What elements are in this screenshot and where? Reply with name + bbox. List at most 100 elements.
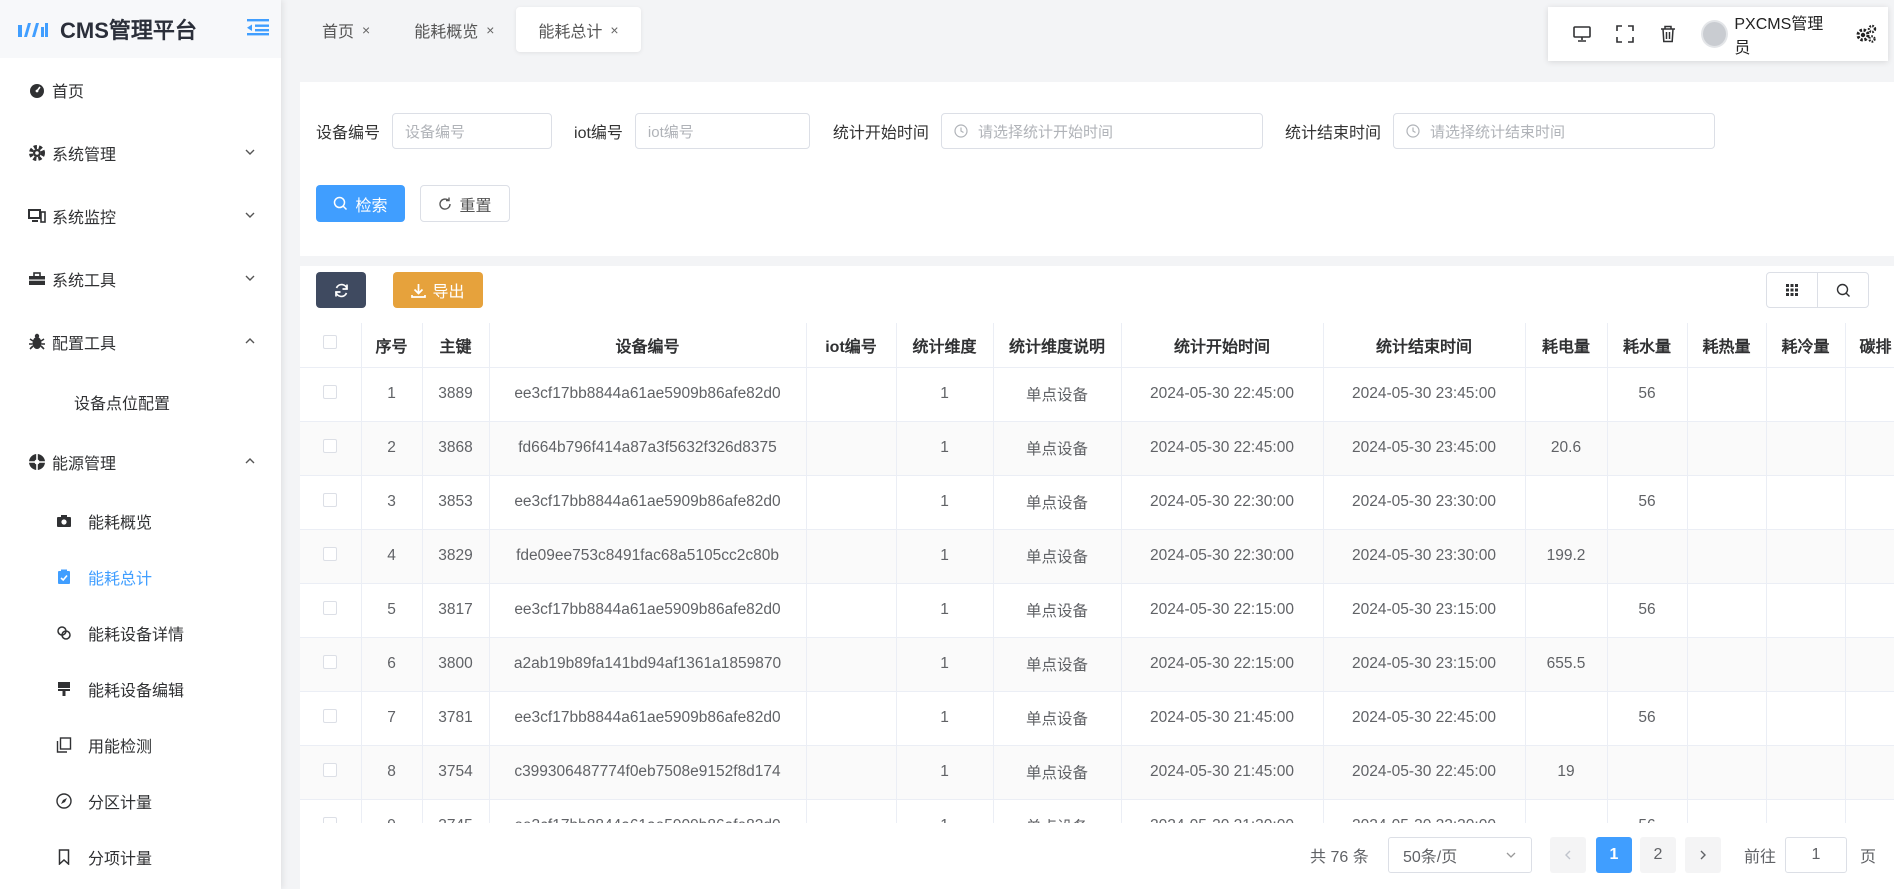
table-cell: 2024-05-30 22:45:00 [1121,367,1324,422]
table-cell [1766,475,1846,530]
collapse-menu-icon[interactable] [247,18,269,36]
row-checkbox[interactable] [323,708,338,723]
table-row[interactable]: 6 3800 a2ab19b89fa141bd94af1361a1859870 1 单点… [300,637,1894,692]
refresh-table-button[interactable] [316,272,366,308]
row-select-cell[interactable] [300,637,362,692]
next-page-button[interactable] [1685,837,1721,873]
goto-page-input[interactable]: 1 [1785,837,1847,873]
clock-icon [954,124,968,138]
page-2-button[interactable]: 2 [1640,837,1676,873]
row-select-cell[interactable] [300,367,362,422]
table-row[interactable]: 93745ee3cf17bb8844a61ae5909b86afe82d0 1单点… [300,799,1894,823]
link-icon [56,625,72,641]
prev-page-button[interactable] [1550,837,1586,873]
page-size-select[interactable]: 50条/页 [1388,837,1532,873]
menu-system[interactable]: 系统管理 [0,121,281,184]
row-select-cell[interactable] [300,475,362,530]
menu-energy-item[interactable]: 分项计量 [0,829,281,885]
export-button[interactable]: 导出 [393,272,483,308]
table-cell [1607,421,1688,476]
row-select-cell[interactable] [300,745,362,800]
app-title: CMS管理平台 [60,18,197,43]
table-row[interactable]: 5 3817 ee3cf17bb8844a61ae5909b86afe82d0 1 单点… [300,583,1894,638]
export-button-label: 导出 [432,284,465,301]
column-settings-button[interactable] [1766,272,1818,308]
avatar[interactable] [1701,20,1729,48]
fullscreen-icon[interactable] [1614,23,1635,45]
table-cell: 3889 [422,367,490,422]
row-checkbox[interactable] [323,384,338,399]
row-select-cell[interactable] [300,691,362,746]
table-cell [806,637,897,692]
table-row[interactable]: 1 3889 ee3cf17bb8844a61ae5909b86afe82d0 1 单点… [300,367,1894,422]
trash-icon[interactable] [1657,23,1678,45]
close-icon[interactable]: × [486,22,494,38]
table-row[interactable]: 7 3781 ee3cf17bb8844a61ae5909b86afe82d0 1 单点… [300,691,1894,746]
table-row[interactable]: 3 3853 ee3cf17bb8844a61ae5909b86afe82d0 1 单点… [300,475,1894,530]
menu-monitor[interactable]: 系统监控 [0,184,281,247]
tab-energy-total[interactable]: 能耗总计 × [516,7,641,52]
iot-id-input[interactable]: iot编号 [634,113,810,149]
screen-icon[interactable] [1571,23,1592,45]
row-checkbox[interactable] [323,492,338,507]
row-checkbox[interactable] [323,816,338,823]
table-row[interactable]: 2 3868 fd664b796f414a87a3f5632f326d8375 1 单点… [300,421,1894,476]
search-icon [334,196,348,211]
menu-home[interactable]: 首页 [0,58,281,121]
device-id-input[interactable]: 设备编号 [392,113,553,149]
end-time-picker[interactable]: 请选择统计结束时间 [1392,113,1715,149]
start-time-picker[interactable]: 请选择统计开始时间 [940,113,1263,149]
menu-config[interactable]: 配置工具 [0,310,281,373]
settings-gears-icon[interactable] [1855,23,1877,45]
table-cell [1766,529,1846,584]
menu-energy-device-edit[interactable]: 能耗设备编辑 [0,661,281,717]
table-row[interactable]: 4 3829 fde09ee753c8491fac68a5105cc2c80b 1 单点… [300,529,1894,584]
row-checkbox[interactable] [323,546,338,561]
toggle-search-button[interactable] [1817,272,1869,308]
row-select-cell[interactable] [300,799,362,823]
row-checkbox[interactable] [323,762,338,777]
menu-energy-device-detail[interactable]: 能耗设备详情 [0,605,281,661]
close-icon[interactable]: × [362,22,370,38]
table-cell: 1 [896,745,994,800]
table-cell: 20.6 [1525,421,1608,476]
menu-energy[interactable]: 能源管理 [0,430,281,493]
device-id-placeholder: 设备编号 [405,123,466,141]
row-select-cell[interactable] [300,529,362,584]
reset-button[interactable]: 重置 [420,185,510,222]
table-cell [1845,583,1894,638]
search-button[interactable]: 检索 [316,185,405,222]
page-1-button[interactable]: 1 [1596,837,1632,873]
table-row[interactable]: 8 3754 c399306487774f0eb7508e9152f8d174 1 单点… [300,745,1894,800]
select-all-cell[interactable] [300,323,362,368]
tab-home[interactable]: 首页 × [300,7,392,52]
chevron-right-icon [1700,850,1706,860]
table-cell: 单点设备 [993,367,1122,422]
refresh-icon [334,283,348,297]
row-checkbox[interactable] [323,600,338,615]
table-cell: c399306487774f0eb7508e9152f8d174 [489,745,807,800]
table-cell: 单点设备 [993,745,1122,800]
reset-button-label: 重置 [459,197,492,215]
tab-energy-overview[interactable]: 能耗概览 × [392,7,516,52]
menu-config-device-points[interactable]: 设备点位配置 [0,373,281,430]
close-icon[interactable]: × [610,22,618,38]
select-all-checkbox[interactable] [323,335,338,350]
camera-icon [56,513,72,529]
column-header: 耗电量 [1525,323,1608,368]
row-select-cell[interactable] [300,583,362,638]
table-cell: 56 [1607,691,1688,746]
end-time-placeholder: 请选择统计结束时间 [1429,123,1565,141]
row-select-cell[interactable] [300,421,362,476]
grid-icon [1786,284,1798,296]
row-checkbox[interactable] [323,438,338,453]
menu-energy-zone[interactable]: 分区计量 [0,773,281,829]
table-cell: 1 [361,367,423,422]
menu-tools[interactable]: 系统工具 [0,247,281,310]
menu-energy-overview[interactable]: 能耗概览 [0,493,281,549]
menu-energy-detection[interactable]: 用能检测 [0,717,281,773]
username[interactable]: PXCMS管理员 [1734,10,1835,58]
menu-energy-total[interactable]: 能耗总计 [0,549,281,605]
row-checkbox[interactable] [323,654,338,669]
table-cell: fd664b796f414a87a3f5632f326d8375 [489,421,807,476]
